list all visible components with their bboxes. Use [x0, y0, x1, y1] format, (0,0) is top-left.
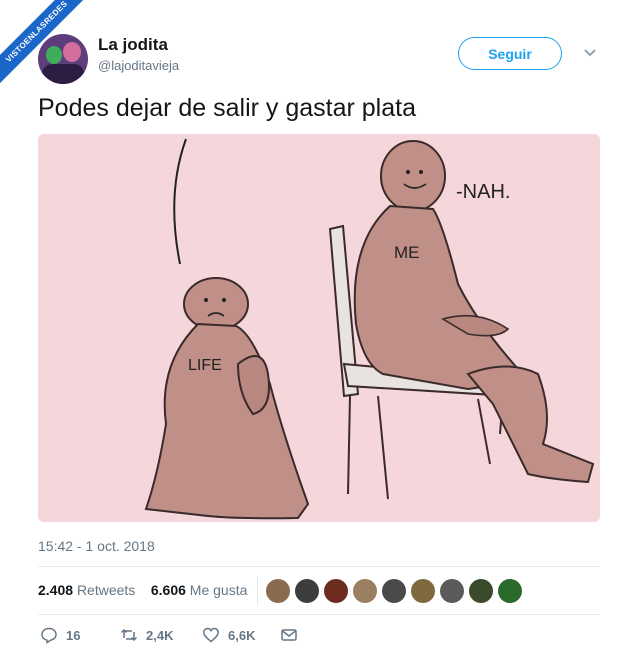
divider: [38, 614, 600, 615]
heart-icon: [203, 627, 219, 643]
retweet-button[interactable]: 2,4K: [120, 626, 173, 644]
retweet-count: 2,4K: [146, 627, 174, 643]
tweet-image[interactable]: LIFE ME -NAH.: [38, 134, 600, 522]
chevron-down-icon[interactable]: [582, 44, 598, 60]
reply-button[interactable]: 16: [40, 626, 80, 644]
follow-button[interactable]: Seguir: [458, 37, 562, 70]
engagement-stats: 2.408 Retweets 6.606 Me gusta: [38, 582, 247, 598]
liker-avatar[interactable]: [498, 579, 522, 603]
liker-avatar[interactable]: [353, 579, 377, 603]
like-count: 6,6K: [228, 627, 256, 643]
timestamp[interactable]: 15:42 - 1 oct. 2018: [38, 538, 155, 554]
dm-button[interactable]: [280, 626, 298, 644]
retweet-icon: [120, 628, 138, 642]
reply-icon: [41, 627, 57, 644]
liker-avatar[interactable]: [295, 579, 319, 603]
life-label: LIFE: [188, 357, 222, 374]
liker-avatar[interactable]: [382, 579, 406, 603]
liker-avatar[interactable]: [324, 579, 348, 603]
likes-label[interactable]: Me gusta: [190, 582, 248, 598]
avatar[interactable]: [38, 34, 88, 84]
like-button[interactable]: 6,6K: [202, 626, 255, 644]
reply-count: 16: [66, 627, 81, 643]
divider: [38, 566, 600, 567]
liker-avatar[interactable]: [440, 579, 464, 603]
me-label: ME: [394, 243, 420, 262]
liker-avatar[interactable]: [411, 579, 435, 603]
stats-separator: [257, 576, 258, 606]
liker-avatar[interactable]: [469, 579, 493, 603]
envelope-icon: [281, 629, 297, 641]
user-handle[interactable]: @lajoditavieja: [98, 58, 179, 73]
liker-avatar[interactable]: [266, 579, 290, 603]
tweet-text: Podes dejar de salir y gastar plata: [38, 94, 416, 122]
user-name[interactable]: La jodita: [98, 35, 168, 55]
retweets-count[interactable]: 2.408: [38, 582, 73, 598]
nah-label: -NAH.: [456, 181, 510, 203]
retweets-label[interactable]: Retweets: [77, 582, 135, 598]
likes-count[interactable]: 6.606: [151, 582, 186, 598]
